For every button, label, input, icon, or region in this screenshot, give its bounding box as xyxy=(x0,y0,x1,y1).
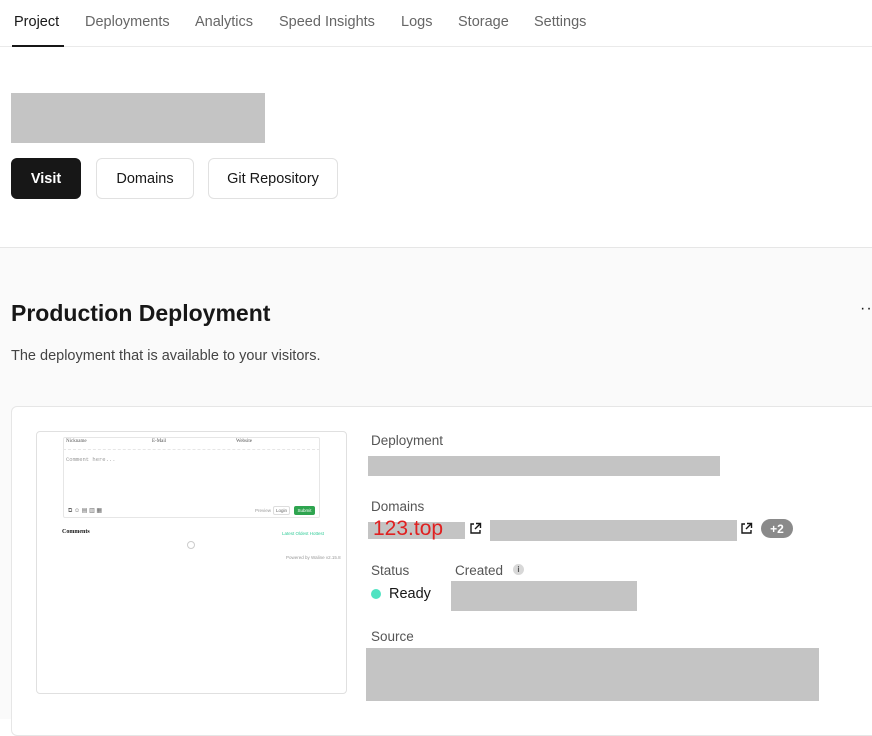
preview-toolbar-icons: ⧉ ☺ ▤ ▥ ▦ xyxy=(68,508,103,514)
preview-email-label: E-Mail xyxy=(152,439,167,444)
production-title: Production Deployment xyxy=(11,300,271,326)
created-label: Created xyxy=(455,563,504,578)
visit-button[interactable]: Visit xyxy=(11,158,81,199)
deployment-label: Deployment xyxy=(371,433,444,448)
preview-field-row xyxy=(63,437,320,450)
project-name-redacted xyxy=(11,93,265,143)
top-navigation: Project Deployments Analytics Speed Insi… xyxy=(0,0,872,47)
status-value: Ready xyxy=(389,586,431,602)
preview-comment-placeholder: Comment here... xyxy=(66,456,116,463)
external-link-icon[interactable] xyxy=(740,522,753,535)
source-label: Source xyxy=(371,629,414,644)
tab-deployments[interactable]: Deployments xyxy=(85,14,170,30)
production-description: The deployment that is available to your… xyxy=(11,348,321,364)
tab-analytics[interactable]: Analytics xyxy=(195,14,253,30)
tab-logs[interactable]: Logs xyxy=(401,14,432,30)
domains-label: Domains xyxy=(371,499,425,514)
source-value-redacted[interactable] xyxy=(366,648,819,701)
primary-domain-text[interactable]: 123.top xyxy=(373,517,443,541)
preview-sort-options: Latest Oldest Hottest xyxy=(282,531,325,536)
more-domains-badge[interactable]: +2 xyxy=(761,519,793,538)
active-tab-indicator xyxy=(12,45,64,47)
preview-website-label: Website xyxy=(236,439,252,444)
more-options-icon[interactable]: ·· xyxy=(860,300,872,318)
preview-loading-spinner-icon xyxy=(187,541,195,549)
tab-project[interactable]: Project xyxy=(14,14,59,30)
external-link-icon[interactable] xyxy=(469,522,482,535)
preview-submit-button: Submit xyxy=(294,506,315,515)
tab-speed-insights[interactable]: Speed Insights xyxy=(279,14,375,30)
secondary-domain-redacted[interactable] xyxy=(490,520,737,541)
status-label: Status xyxy=(371,563,410,578)
info-icon[interactable]: i xyxy=(513,564,524,575)
preview-nickname-label: Nickname xyxy=(66,439,87,444)
preview-login-button: Login xyxy=(273,506,290,515)
tab-storage[interactable]: Storage xyxy=(458,14,509,30)
preview-comments-title: Comments xyxy=(62,529,90,535)
status-ready-dot xyxy=(371,589,381,599)
preview-powered-by: Powered by Waline v2.15.8 xyxy=(286,555,341,560)
git-repository-button[interactable]: Git Repository xyxy=(208,158,338,199)
deployment-url-redacted[interactable] xyxy=(368,456,720,476)
created-value-redacted xyxy=(451,581,637,611)
preview-preview-label: Preview xyxy=(255,508,272,513)
tab-settings[interactable]: Settings xyxy=(534,14,586,30)
domains-button[interactable]: Domains xyxy=(96,158,194,199)
